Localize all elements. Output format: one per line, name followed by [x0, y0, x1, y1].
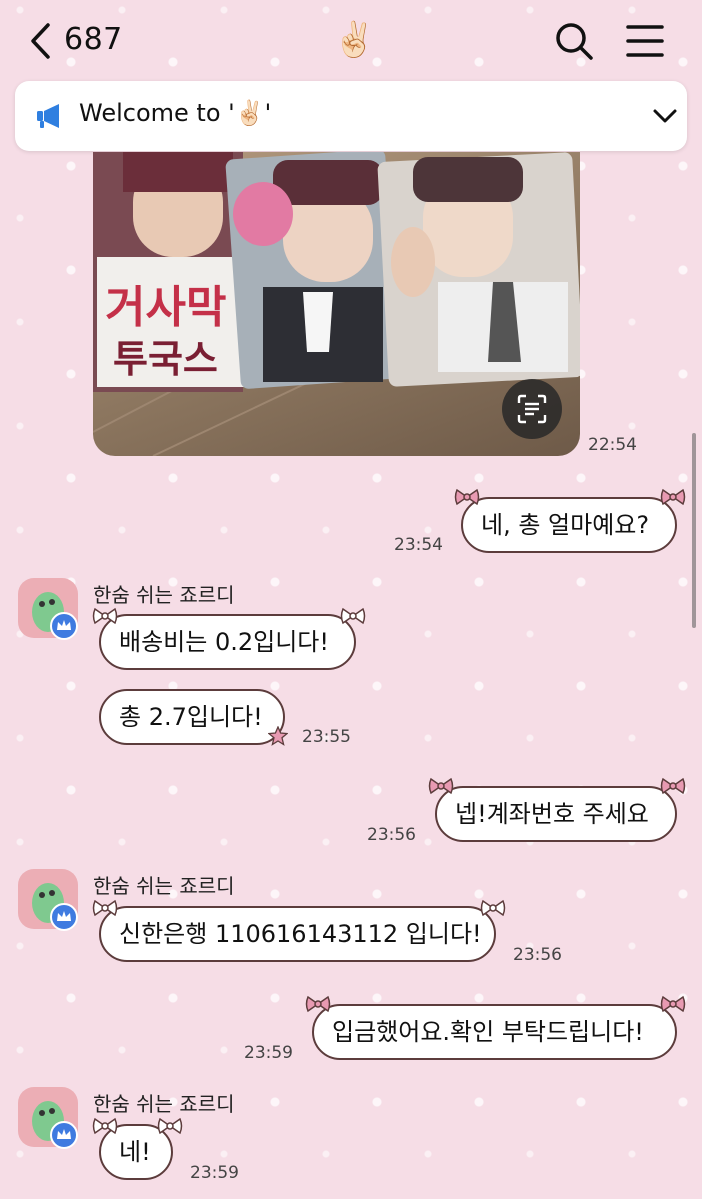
message-time: 23:59 [190, 1163, 239, 1183]
ribbon-bow-icon [660, 995, 686, 1013]
ribbon-bow-icon [480, 899, 506, 917]
sender-name: 한숨 쉬는 죠르디 [93, 1092, 235, 1116]
ribbon-bow-icon [660, 488, 686, 506]
message-text: 네! [119, 1138, 151, 1166]
message-text: 배송비는 0.2입니다! [119, 628, 329, 656]
ribbon-bow-icon [305, 995, 331, 1013]
message-time: 23:59 [244, 1043, 293, 1063]
message-time: 23:54 [394, 535, 443, 555]
avatar[interactable] [18, 869, 78, 931]
notice-banner[interactable]: Welcome to '✌🏻' [15, 81, 687, 151]
star-icon [268, 726, 288, 746]
crown-badge-icon [50, 612, 78, 640]
chevron-down-icon[interactable] [651, 105, 679, 127]
unread-count[interactable]: 687 [64, 22, 123, 57]
megaphone-icon [35, 101, 65, 131]
notice-text: Welcome to '✌🏻' [79, 99, 272, 127]
ribbon-bow-icon [340, 607, 366, 625]
message-text: 넵!계좌번호 주세요 [455, 800, 649, 828]
message-time: 23:56 [367, 825, 416, 845]
search-icon[interactable] [553, 20, 595, 62]
message-time: 23:56 [513, 945, 562, 965]
back-chevron-icon[interactable] [28, 22, 54, 60]
message-text: 신한은행 110616143112 입니다! [119, 920, 482, 948]
message-text: 네, 총 얼마예요? [481, 511, 650, 539]
ribbon-bow-icon [454, 488, 480, 506]
message-bubble-received[interactable]: 총 2.7입니다! [99, 689, 285, 745]
avatar[interactable] [18, 578, 78, 640]
svg-text:거사막: 거사막 [105, 282, 226, 333]
photocard-middle [225, 152, 401, 389]
chat-title: ✌🏻 [333, 20, 376, 60]
chat-header: 687 ✌🏻 [0, 0, 702, 82]
message-text: 입금했어요.확인 부탁드립니다! [332, 1018, 644, 1046]
scrollbar[interactable] [692, 433, 696, 628]
message-text: 총 2.7입니다! [119, 703, 263, 731]
message-bubble-sent[interactable]: 넵!계좌번호 주세요 [435, 786, 677, 842]
scan-text-icon [517, 394, 547, 424]
message-time: 22:54 [588, 435, 637, 455]
scan-text-button[interactable] [502, 379, 562, 439]
ribbon-bow-icon [92, 607, 118, 625]
message-bubble-received[interactable]: 배송비는 0.2입니다! [99, 614, 356, 670]
message-time: 23:55 [302, 727, 351, 747]
ribbon-bow-icon [157, 1117, 183, 1135]
avatar[interactable] [18, 1087, 78, 1149]
ribbon-bow-icon [92, 899, 118, 917]
ribbon-bow-icon [92, 1117, 118, 1135]
sender-name: 한숨 쉬는 죠르디 [93, 583, 235, 607]
photocard-right [377, 152, 580, 387]
message-bubble-received[interactable]: 신한은행 110616143112 입니다! [99, 906, 496, 962]
message-bubble-sent[interactable]: 네, 총 얼마예요? [461, 497, 677, 553]
message-bubble-sent[interactable]: 입금했어요.확인 부탁드립니다! [312, 1004, 677, 1060]
svg-text:투국스: 투국스 [113, 337, 218, 381]
ribbon-bow-icon [660, 777, 686, 795]
crown-badge-icon [50, 1121, 78, 1149]
menu-icon[interactable] [624, 22, 666, 60]
crown-badge-icon [50, 903, 78, 931]
ribbon-bow-icon [428, 777, 454, 795]
sender-name: 한숨 쉬는 죠르디 [93, 874, 235, 898]
